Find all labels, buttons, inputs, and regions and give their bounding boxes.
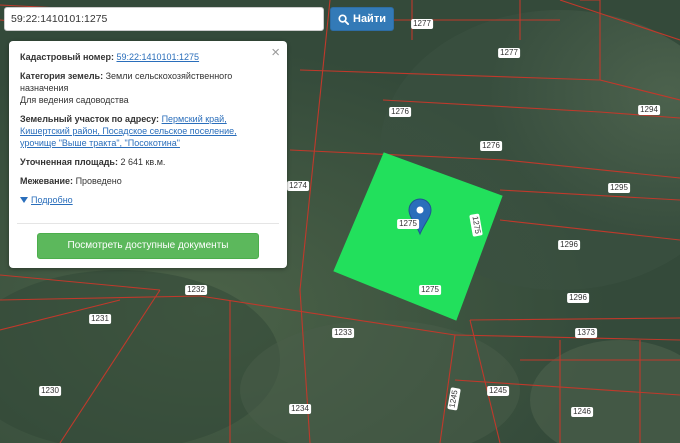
plot-number-label: 1295 bbox=[608, 183, 630, 193]
address-label: Земельный участок по адресу: bbox=[20, 114, 160, 124]
plot-number-label: 1294 bbox=[638, 105, 660, 115]
search-input[interactable] bbox=[5, 8, 317, 30]
land-category-label: Категория земель: bbox=[20, 71, 104, 81]
search-button-label: Найти bbox=[353, 13, 386, 25]
plot-number-label: 1274 bbox=[287, 181, 309, 191]
area-label: Уточненная площадь: bbox=[20, 157, 118, 167]
plot-number-label: 1276 bbox=[480, 141, 502, 151]
plot-number-label: 1232 bbox=[185, 285, 207, 295]
triangle-down-icon bbox=[20, 197, 28, 203]
cadastral-number-link[interactable]: 59:22:1410101:1275 bbox=[116, 52, 199, 62]
plot-number-label: 1233 bbox=[332, 328, 354, 338]
plot-number-label: 1277 bbox=[411, 19, 433, 29]
plot-number-label: 1231 bbox=[89, 314, 111, 324]
popup-divider bbox=[17, 223, 279, 224]
close-icon[interactable]: × bbox=[271, 45, 280, 60]
survey-row: Межевание: Проведено bbox=[20, 175, 275, 187]
details-link[interactable]: Подробно bbox=[31, 194, 73, 206]
plot-number-label: 1296 bbox=[567, 293, 589, 303]
search-box bbox=[4, 7, 324, 31]
view-documents-button[interactable]: Посмотреть доступные документы bbox=[37, 233, 259, 259]
search-icon bbox=[338, 13, 349, 25]
address-row: Земельный участок по адресу: Пермский кр… bbox=[20, 113, 275, 149]
search-button[interactable]: Найти bbox=[330, 7, 394, 31]
plot-number-label: 1230 bbox=[39, 386, 61, 396]
plot-number-label: 1234 bbox=[289, 404, 311, 414]
plot-info-popup: × Кадастровый номер: 59:22:1410101:1275 … bbox=[9, 41, 287, 268]
survey-value: Проведено bbox=[75, 176, 122, 186]
area-row: Уточненная площадь: 2 641 кв.м. bbox=[20, 156, 275, 168]
plot-number-label: 1275 bbox=[419, 285, 441, 295]
area-value: 2 641 кв.м. bbox=[120, 157, 166, 167]
cadastral-number-row: Кадастровый номер: 59:22:1410101:1275 bbox=[20, 51, 275, 63]
plot-number-label: 1275 bbox=[397, 219, 419, 229]
plot-number-label: 1277 bbox=[498, 48, 520, 58]
land-use-value: Для ведения садоводства bbox=[20, 95, 129, 105]
plot-number-label: 1373 bbox=[575, 328, 597, 338]
survey-label: Межевание: bbox=[20, 176, 74, 186]
plot-number-label: 1276 bbox=[389, 107, 411, 117]
plot-number-label: 1296 bbox=[558, 240, 580, 250]
plot-number-label: 1246 bbox=[571, 407, 593, 417]
land-category-row: Категория земель: Земли сельскохозяйстве… bbox=[20, 70, 275, 106]
details-toggle[interactable]: Подробно bbox=[20, 194, 275, 206]
cadastral-number-label: Кадастровый номер: bbox=[20, 52, 114, 62]
plot-number-label: 1245 bbox=[487, 386, 509, 396]
